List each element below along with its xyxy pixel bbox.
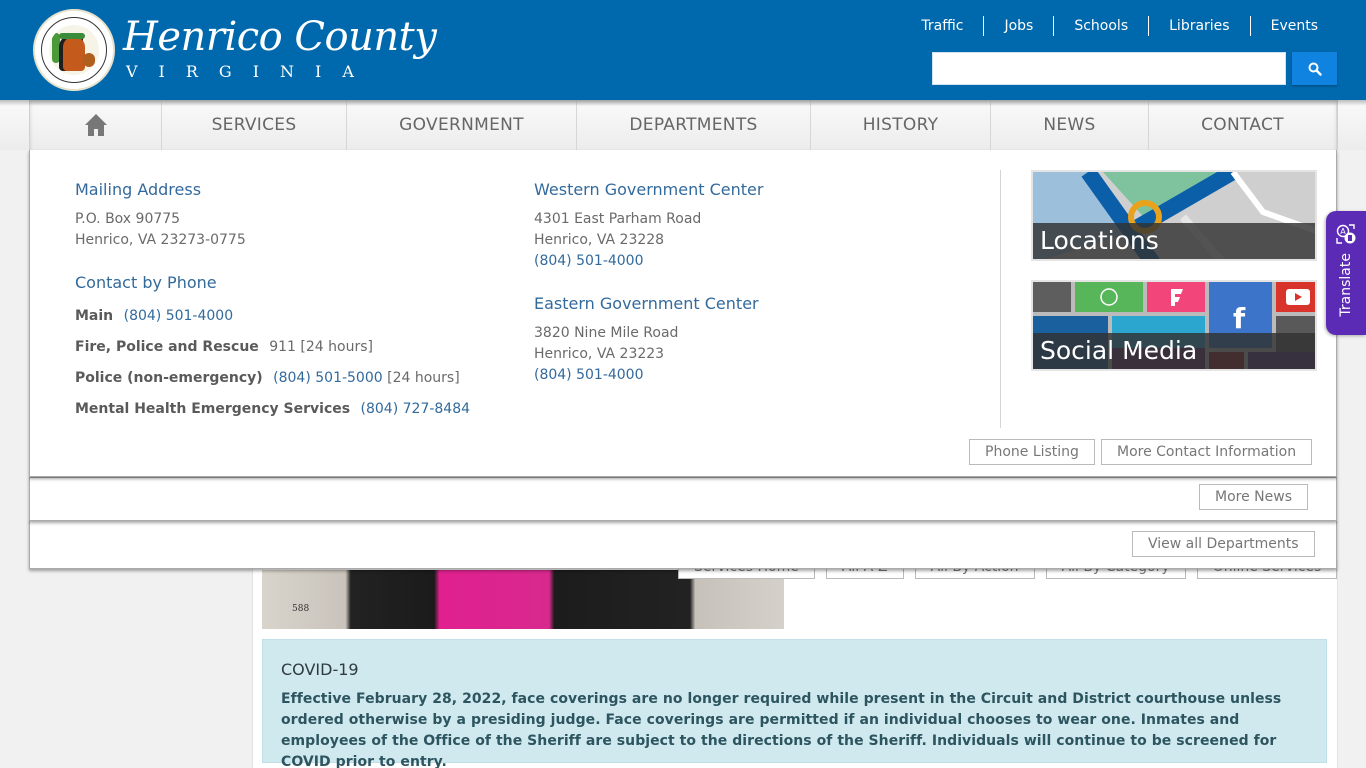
translate-tab[interactable]: A Translate xyxy=(1326,211,1366,335)
nav-government[interactable]: GOVERNMENT xyxy=(347,100,577,150)
photo-label: 588 xyxy=(292,604,310,614)
util-link-libraries[interactable]: Libraries xyxy=(1148,16,1249,36)
translate-label: Translate xyxy=(1338,253,1354,317)
seal-band xyxy=(59,33,85,39)
eastern-line-1: 3820 Nine Mile Road xyxy=(534,325,679,341)
search-icon xyxy=(1308,62,1322,76)
more-contact-info-button[interactable]: More Contact Information xyxy=(1101,439,1313,465)
phone-row-emergency: Fire, Police and Rescue 911 [24 hours] xyxy=(75,337,495,358)
home-icon xyxy=(84,114,107,136)
news-dropdown: More News xyxy=(29,477,1337,521)
column-divider xyxy=(1000,170,1001,428)
contact-phone-heading: Contact by Phone xyxy=(75,273,217,292)
covid-alert: COVID-19 Effective February 28, 2022, fa… xyxy=(262,639,1327,768)
util-link-traffic[interactable]: Traffic xyxy=(901,16,983,36)
search-input[interactable] xyxy=(932,52,1286,85)
translate-icon: A xyxy=(1336,224,1356,244)
mailing-address-heading: Mailing Address xyxy=(75,180,202,199)
svg-text:A: A xyxy=(1340,227,1346,236)
utility-nav: Traffic Jobs Schools Libraries Events xyxy=(901,16,1328,36)
phone-label: Police (non-emergency) xyxy=(75,370,263,386)
mailing-line-2: Henrico, VA 23273-0775 xyxy=(75,232,246,248)
western-phone-link[interactable]: (804) 501-4000 xyxy=(534,251,934,272)
eastern-line-2: Henrico, VA 23223 xyxy=(534,346,665,362)
util-link-events[interactable]: Events xyxy=(1249,16,1328,36)
nav-strip-right xyxy=(1337,100,1366,150)
phone-label: Main xyxy=(75,308,114,324)
nav-services[interactable]: SERVICES xyxy=(162,100,347,150)
western-line-1: 4301 East Parham Road xyxy=(534,211,702,227)
site-subtitle: VIRGINIA xyxy=(126,62,375,81)
phone-number-link[interactable]: (804) 501-4000 xyxy=(124,308,234,324)
phone-note: [24 hours] xyxy=(387,370,460,386)
phone-number: 911 xyxy=(269,339,296,355)
main-nav: SERVICES GOVERNMENT DEPARTMENTS HISTORY … xyxy=(29,100,1337,150)
locations-tile[interactable]: Locations xyxy=(1031,170,1317,261)
locations-caption: Locations xyxy=(1033,223,1315,259)
social-media-tile[interactable]: f Social Media xyxy=(1031,280,1317,371)
government-centers-section: Western Government Center 4301 East Parh… xyxy=(534,180,934,386)
phone-label: Fire, Police and Rescue xyxy=(75,339,259,355)
nav-news[interactable]: NEWS xyxy=(991,100,1149,150)
nav-strip-left xyxy=(0,100,29,150)
site-title[interactable]: Henrico County xyxy=(123,14,437,60)
alert-title: COVID-19 xyxy=(281,660,359,679)
nav-departments[interactable]: DEPARTMENTS xyxy=(577,100,811,150)
phone-row-mental-health: Mental Health Emergency Services (804) 7… xyxy=(75,399,495,420)
eastern-phone-link[interactable]: (804) 501-4000 xyxy=(534,365,934,386)
view-all-departments-button[interactable]: View all Departments xyxy=(1132,531,1315,557)
phone-number-link[interactable]: (804) 727-8484 xyxy=(361,401,471,417)
nav-history[interactable]: HISTORY xyxy=(811,100,991,150)
phone-row-main: Main (804) 501-4000 xyxy=(75,306,495,327)
seal-face xyxy=(63,37,85,71)
phone-note: [24 hours] xyxy=(300,339,373,355)
site-header: Henrico County VIRGINIA Traffic Jobs Sch… xyxy=(0,0,1366,100)
eastern-center-heading: Eastern Government Center xyxy=(534,294,759,313)
phone-label: Mental Health Emergency Services xyxy=(75,401,351,417)
more-news-button[interactable]: More News xyxy=(1199,484,1308,510)
western-center-heading: Western Government Center xyxy=(534,180,764,199)
departments-dropdown: View all Departments xyxy=(29,520,1337,569)
seal-inner xyxy=(49,25,99,75)
seal-leaf-2 xyxy=(83,53,95,67)
phone-listing-button[interactable]: Phone Listing xyxy=(969,439,1095,465)
contact-dropdown: Mailing Address P.O. Box 90775 Henrico, … xyxy=(29,150,1337,477)
county-seal-logo[interactable] xyxy=(33,9,115,91)
util-link-schools[interactable]: Schools xyxy=(1053,16,1148,36)
util-link-jobs[interactable]: Jobs xyxy=(983,16,1053,36)
mailing-address-section: Mailing Address P.O. Box 90775 Henrico, … xyxy=(75,180,495,430)
social-media-caption: Social Media xyxy=(1033,333,1315,369)
nav-home[interactable] xyxy=(30,100,162,150)
svg-text:f: f xyxy=(1233,302,1246,335)
mailing-line-1: P.O. Box 90775 xyxy=(75,211,181,227)
phone-number-link[interactable]: (804) 501-5000 xyxy=(273,370,383,386)
alert-body: Effective February 28, 2022, face coveri… xyxy=(281,691,1282,768)
search-button[interactable] xyxy=(1292,52,1337,85)
phone-row-police: Police (non-emergency) (804) 501-5000 [2… xyxy=(75,368,495,389)
nav-contact[interactable]: CONTACT xyxy=(1149,100,1337,150)
western-line-2: Henrico, VA 23228 xyxy=(534,232,665,248)
